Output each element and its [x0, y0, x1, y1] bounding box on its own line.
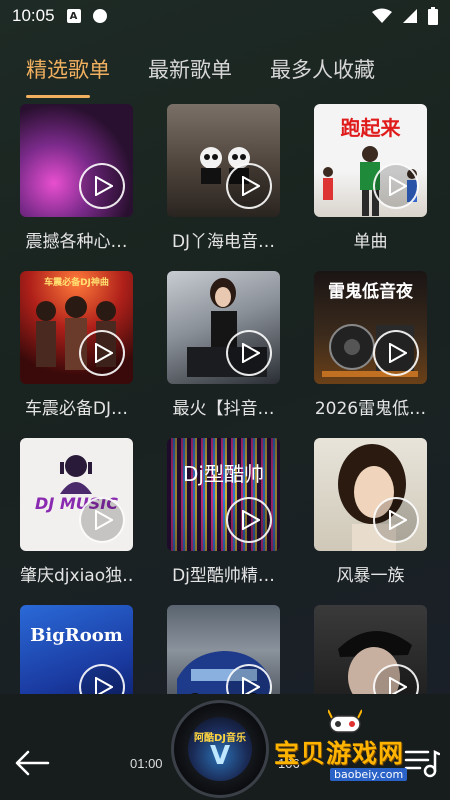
cover-text: 车震必备DJ神曲	[44, 278, 109, 288]
playlist-cover[interactable]: DJ MUSIC	[20, 438, 133, 551]
playlist-title: 2026雷鬼低…	[314, 399, 427, 419]
wifi-icon	[372, 8, 392, 23]
tab-most-collected[interactable]: 最多人收藏	[270, 54, 375, 84]
tab-latest-playlists[interactable]: 最新歌单	[148, 54, 232, 84]
play-icon[interactable]	[373, 163, 419, 209]
playlist-card[interactable]: 车震必备DJ神曲 车震必备DJ…	[20, 271, 133, 438]
gamepad-mascot-icon	[328, 709, 362, 733]
now-playing-disc[interactable]: 阿酷DJ音乐 V	[171, 700, 269, 798]
playlist-card[interactable]: DJ MUSIC 肇庆djxiao独…	[20, 438, 133, 605]
playlist-cover[interactable]: 跑起来	[314, 104, 427, 217]
playlist-title: 风暴一族	[336, 566, 405, 586]
elapsed-time: 01:00	[130, 756, 163, 771]
playlist-card[interactable]: DJ丫海电音…	[167, 104, 280, 271]
playlist-cover[interactable]: 雷鬼低音夜	[314, 271, 427, 384]
status-right	[372, 7, 438, 25]
watermark-url: baobeiy.com	[330, 768, 408, 781]
tab-bar: 精选歌单 最新歌单 最多人收藏	[26, 54, 375, 98]
playlist-card[interactable]: 最火【抖音…	[167, 271, 280, 438]
playlist-cover[interactable]	[314, 438, 427, 551]
playlist-card[interactable]: 风暴一族	[314, 438, 427, 605]
play-icon[interactable]	[79, 330, 125, 376]
playlist-cover[interactable]: 车震必备DJ神曲	[20, 271, 133, 384]
status-bar: 10:05 A	[0, 0, 450, 32]
disc-logo-icon: V	[209, 741, 231, 771]
tab-featured-playlists[interactable]: 精选歌单	[26, 54, 110, 98]
playlist-cover[interactable]	[167, 271, 280, 384]
playlist-card[interactable]: 雷鬼低音夜 2026雷鬼低…	[314, 271, 427, 438]
notification-dot-icon	[92, 9, 107, 23]
cover-text: 跑起来	[340, 116, 401, 140]
status-time: 10:05	[12, 6, 55, 25]
playlist-card[interactable]: Dj型酷帅 Dj型酷帅精…	[167, 438, 280, 605]
playlist-title: 车震必备DJ…	[24, 399, 129, 419]
play-icon[interactable]	[373, 497, 419, 543]
playlist-title: Dj型酷帅精…	[172, 566, 275, 586]
battery-icon	[428, 7, 438, 25]
playlist-title: 肇庆djxiao独…	[20, 566, 133, 586]
playlist-grid: 震撼各种心… DJ丫海电音… 跑起来 单曲 车震必备DJ神曲 车震必备DJ… 最…	[20, 104, 432, 772]
play-icon[interactable]	[226, 163, 272, 209]
cover-text: BigRoom	[30, 625, 123, 646]
play-icon[interactable]	[226, 330, 272, 376]
signal-icon	[403, 9, 417, 23]
playlist-card[interactable]: 震撼各种心…	[20, 104, 133, 271]
play-icon[interactable]	[79, 163, 125, 209]
playlist-cover[interactable]: Dj型酷帅	[167, 438, 280, 551]
playlist-cover[interactable]	[20, 104, 133, 217]
play-icon[interactable]	[373, 330, 419, 376]
playlist-card[interactable]: 跑起来 单曲	[314, 104, 427, 271]
notification-a-icon: A	[66, 9, 81, 23]
cover-text: Dj型酷帅	[183, 462, 264, 486]
play-icon[interactable]	[79, 497, 125, 543]
playlist-title: DJ丫海电音…	[171, 232, 276, 252]
play-icon[interactable]	[226, 497, 272, 543]
watermark: 宝贝游戏网 baobeiy.com	[274, 708, 444, 792]
watermark-text: 宝贝游戏网	[274, 739, 405, 768]
playlist-title: 震撼各种心…	[25, 232, 128, 252]
playlist-title: 最火【抖音…	[172, 399, 275, 419]
playlist-cover[interactable]	[167, 104, 280, 217]
cover-text: 雷鬼低音夜	[328, 282, 413, 302]
playlist-title: 单曲	[353, 232, 388, 252]
back-arrow-icon[interactable]	[14, 748, 50, 778]
